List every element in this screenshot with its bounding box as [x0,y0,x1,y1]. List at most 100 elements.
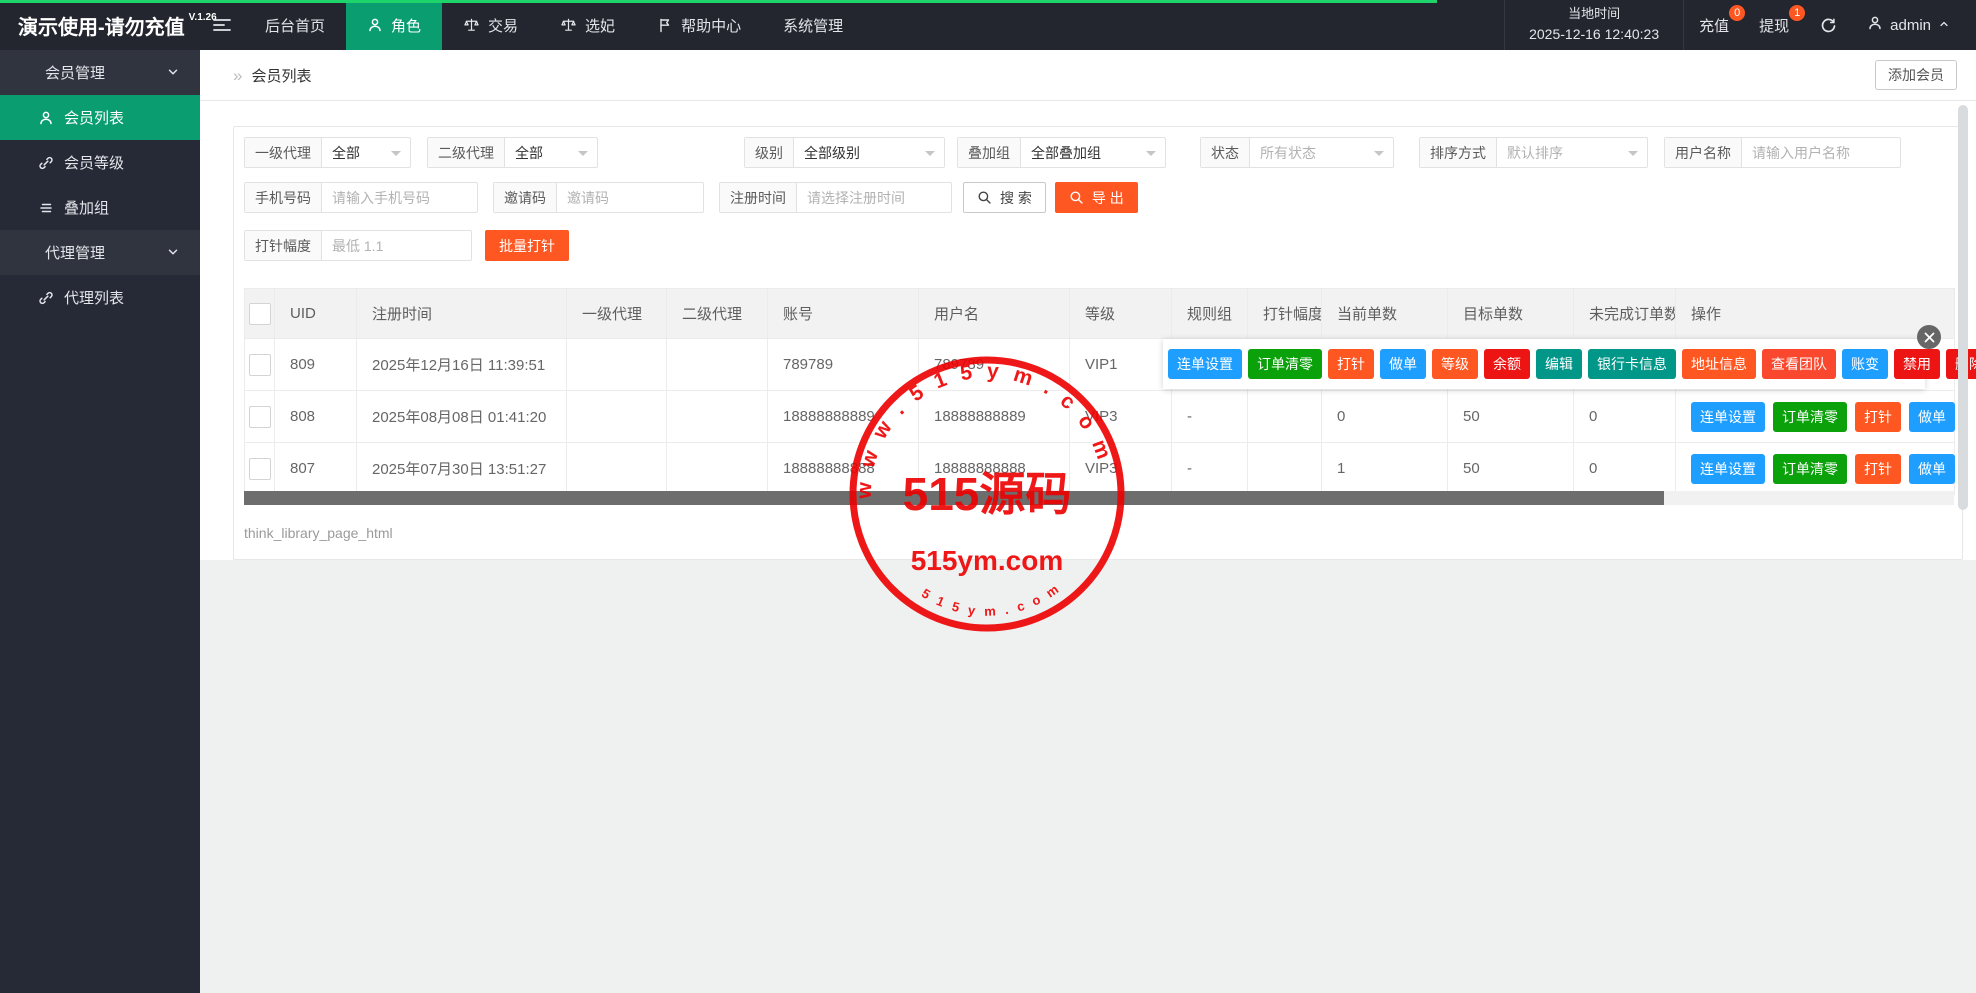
page-load-progress-bar [0,0,1437,3]
filter-4-select[interactable]: 全部叠加组 [1021,138,1165,167]
export-button-label: 导 出 [1091,189,1124,206]
group-expand-chevron [166,245,180,263]
filter-row2-2-input[interactable]: 邀请码 [557,183,703,212]
action-button[interactable]: 银行卡信息 [1588,349,1676,379]
action-button[interactable]: 做单 [1380,349,1426,379]
filter-1-select[interactable]: 全部 [322,138,410,167]
action-button[interactable]: 做单 [1909,453,1955,484]
list-icon [38,200,54,216]
export-button[interactable]: 导 出 [1054,182,1138,213]
filter-label: 二级代理 [428,138,505,167]
filter-row-1: 一级代理 全部 二级代理 全部 级别 全部级别 叠加组 全部叠加组 状态 所有状态 排序方式 默认排序… [244,137,1901,168]
sidebar-item-4[interactable]: 叠加组 [0,185,200,230]
column-header-agent2: 二级代理 [666,288,768,339]
header-select-all [244,288,275,339]
cell-reg_time: 2025年07月30日 13:51:27 [356,442,567,495]
top-nav-item-2[interactable]: 角色 [346,0,443,50]
refresh-button[interactable] [1804,17,1853,34]
cell-target: 50 [1447,390,1574,443]
action-button[interactable]: 余额 [1484,349,1530,379]
brand-title: 演示使用-请勿充值 V.1.26 [0,0,217,50]
action-button[interactable]: 打针 [1855,453,1901,484]
filter-5-select[interactable]: 所有状态 [1250,138,1393,167]
sidebar: 会员管理会员列表 会员等级 叠加组 代理管理代理列表 [0,50,200,993]
sidebar-item-label: 代理列表 [64,290,125,307]
action-button[interactable]: 查看团队 [1762,349,1836,379]
row-checkbox[interactable] [248,353,271,376]
local-time-value: 2025-12-16 12:40:23 [1529,26,1660,43]
sidebar-collapse-button[interactable] [200,0,244,50]
action-button[interactable]: 连单设置 [1691,453,1765,484]
notification-badge: 0 [1729,5,1746,21]
inject-range-input[interactable]: 最低 1.1 [322,231,471,260]
row-select-cell [244,338,275,391]
cell-inject [1247,442,1322,495]
top-nav: 后台首页 角色 交易 选妃 帮助中心 系统管理 [244,0,864,50]
cell-reg_time: 2025年08月08日 01:41:20 [356,390,567,443]
cell-uid: 807 [274,442,357,495]
horizontal-scrollbar-thumb[interactable] [244,491,1664,505]
top-nav-item-5[interactable]: 帮助中心 [636,0,762,50]
action-button[interactable]: 账变 [1842,349,1888,379]
action-button[interactable]: 地址信息 [1682,349,1756,379]
action-button[interactable]: 等级 [1432,349,1478,379]
breadcrumb-label: 会员列表 [251,68,312,85]
top-nav-item-1[interactable]: 后台首页 [244,0,346,50]
filter-6: 排序方式 默认排序 [1419,137,1648,168]
recharge-button[interactable]: 充值 0 [1684,0,1746,50]
action-button[interactable]: 禁用 [1894,349,1940,379]
filter-label: 用户名称 [1665,138,1742,167]
vertical-scrollbar-thumb[interactable] [1958,105,1968,510]
action-buttons: 连单设置 订单清零 打针 做单 [1691,453,1955,484]
sidebar-group-1[interactable]: 会员管理 [0,50,200,95]
close-icon[interactable] [1917,325,1941,349]
column-header-rule_group: 规则组 [1171,288,1248,339]
filter-7: 用户名称 请输入用户名称 [1664,137,1901,168]
filter-5: 状态 所有状态 [1200,137,1394,168]
row-checkbox[interactable] [248,457,271,480]
top-nav-item-4[interactable]: 选妃 [539,0,636,50]
filter-7-input[interactable]: 请输入用户名称 [1742,138,1900,167]
action-button[interactable]: 编辑 [1536,349,1582,379]
filter-row2-1-input[interactable]: 请输入手机号码 [322,183,477,212]
magnifier-icon [1069,190,1084,205]
action-button[interactable]: 订单清零 [1248,349,1322,379]
action-button[interactable]: 打针 [1855,401,1901,432]
action-button[interactable]: 连单设置 [1691,401,1765,432]
filter-label: 排序方式 [1420,138,1497,167]
action-button[interactable]: 订单清零 [1773,453,1847,484]
top-nav-item-3[interactable]: 交易 [442,0,539,50]
batch-inject-button[interactable]: 批量打针 [485,230,569,261]
action-button[interactable]: 打针 [1328,349,1374,379]
action-button[interactable]: 连单设置 [1168,349,1242,379]
withdraw-button[interactable]: 提现 1 [1744,0,1806,50]
input-placeholder: 请输入用户名称 [1752,144,1850,161]
chevron-up-icon [1938,18,1950,30]
cell-agent2 [666,390,768,443]
expanded-action-strip: 连单设置订单清零打针做单等级余额编辑银行卡信息地址信息查看团队账变禁用删除设为假… [1163,339,1976,389]
filter-6-select[interactable]: 默认排序 [1497,138,1647,167]
filter-row2-3-input[interactable]: 请选择注册时间 [797,183,951,212]
sidebar-item-6[interactable]: 代理列表 [0,275,200,320]
filter-label: 注册时间 [720,183,797,212]
sidebar-group-5[interactable]: 代理管理 [0,230,200,275]
breadcrumb-arrows-icon: » [233,65,243,85]
horizontal-scrollbar-track[interactable] [244,491,1954,505]
person-icon [367,17,383,33]
select-all-checkbox[interactable] [248,302,271,325]
filter-3-select[interactable]: 全部级别 [794,138,944,167]
top-nav-item-6[interactable]: 系统管理 [762,0,864,50]
add-member-button[interactable]: 添加会员 [1875,60,1957,90]
action-button[interactable]: 做单 [1909,401,1955,432]
user-menu[interactable]: admin [1853,15,1976,35]
cell-agent1 [566,338,667,391]
main-content: » 会员列表 添加会员 一级代理 全部 二级代理 全部 级别 全部级别 叠加组 全部叠加组 状态… [200,50,1976,993]
sidebar-group-label: 会员管理 [45,65,106,82]
select-value: 所有状态 [1260,144,1316,161]
search-button[interactable]: 搜 索 [963,182,1046,213]
sidebar-item-3[interactable]: 会员等级 [0,140,200,185]
action-button[interactable]: 订单清零 [1773,401,1847,432]
row-checkbox[interactable] [248,405,271,428]
filter-2-select[interactable]: 全部 [505,138,597,167]
sidebar-item-2[interactable]: 会员列表 [0,95,200,140]
